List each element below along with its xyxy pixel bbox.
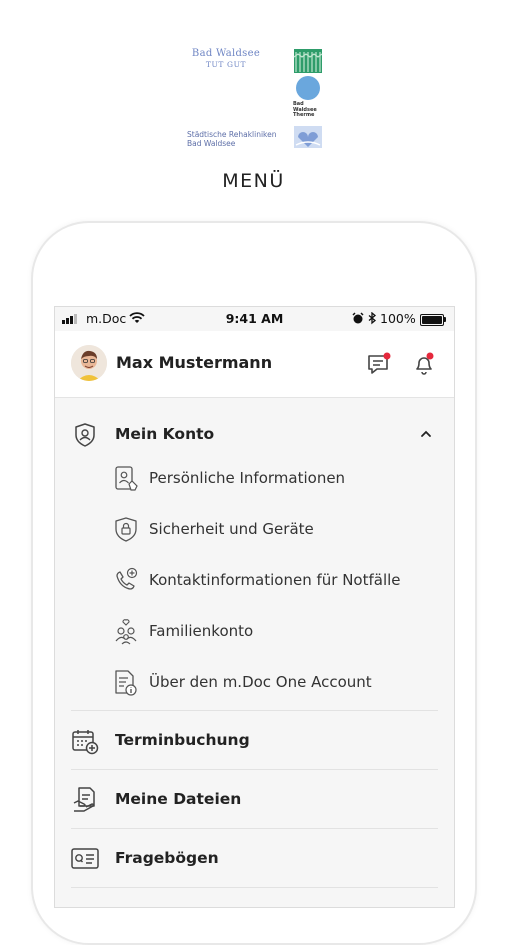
therme-logo: Bad Waldsee Therme (293, 48, 323, 119)
menu-item-label: Persönliche Informationen (149, 469, 346, 487)
therme-logo-icon (293, 49, 323, 100)
section-frageboegen[interactable]: Fragebögen (55, 831, 454, 887)
menu-item-familienkonto[interactable]: Familienkonto (55, 608, 454, 654)
page-title: MENÜ (222, 170, 285, 192)
section-terminbuchung-label: Terminbuchung (115, 731, 250, 749)
section-frageboegen-label: Fragebögen (115, 849, 219, 867)
reha-logo-line2: Bad Waldsee (187, 139, 236, 148)
section-meine-dateien-label: Meine Dateien (115, 790, 242, 808)
battery-percentage: 100% (380, 311, 416, 326)
battery-tip (444, 317, 446, 322)
profile-name[interactable]: Max Mustermann (116, 353, 272, 372)
divider (71, 828, 438, 829)
divider (71, 887, 438, 888)
menu-item-persoenliche-informationen[interactable]: Persönliche Informationen (55, 455, 454, 501)
menu-item-kontaktinformationen-notfaelle[interactable]: Kontaktinformationen für Notfälle (55, 557, 454, 603)
notifications-bell-icon[interactable] (411, 351, 437, 377)
section-terminbuchung[interactable]: Terminbuchung (55, 713, 454, 769)
avatar[interactable] (71, 345, 107, 381)
messages-badge (383, 352, 391, 360)
phone-plus-icon (111, 566, 141, 596)
battery-icon (420, 314, 444, 326)
bad-waldsee-logo-line2: TUT GUT (205, 60, 247, 69)
section-meine-dateien[interactable]: Meine Dateien (55, 772, 454, 828)
bad-waldsee-logo: Bad Waldsee TUT GUT (187, 48, 265, 69)
bluetooth-icon (368, 312, 377, 325)
account-shield-icon (71, 421, 99, 449)
id-card-icon (111, 464, 141, 494)
menu-item-sicherheit-und-geraete[interactable]: Sicherheit und Geräte (55, 506, 454, 552)
chevron-up-icon[interactable] (419, 429, 433, 439)
reha-logo-text: Städtische Rehakliniken Bad Waldsee (187, 130, 277, 148)
divider (71, 710, 438, 711)
section-mein-konto-label: Mein Konto (115, 425, 215, 443)
bad-waldsee-logo-line1: Bad Waldsee (191, 48, 261, 59)
menu-item-label: Familienkonto (149, 622, 254, 640)
partner-logos: Bad Waldsee TUT GUT Bad Waldsee Therme S… (185, 46, 330, 156)
reha-logo-line1: Städtische Rehakliniken (187, 130, 277, 139)
menu-item-label: Kontaktinformationen für Notfälle (149, 571, 401, 589)
divider (71, 769, 438, 770)
reha-logo-icon (293, 125, 323, 149)
messages-icon[interactable] (366, 351, 392, 377)
family-icon (111, 617, 141, 647)
document-info-icon (111, 668, 141, 698)
shield-lock-icon (111, 515, 141, 545)
calendar-plus-icon (71, 727, 99, 755)
questionnaire-icon (71, 845, 99, 873)
phone-screen: m.Doc 9:41 AM 100% Max Mustermann Mein K… (54, 306, 455, 908)
profile-header: Max Mustermann (55, 331, 454, 398)
therme-logo-caption: Bad Waldsee Therme (293, 101, 317, 118)
status-bar: m.Doc 9:41 AM 100% (55, 307, 454, 331)
alarm-icon (352, 312, 364, 325)
menu-item-ueber-mdoc-one-account[interactable]: Über den m.Doc One Account (55, 659, 454, 705)
menu-item-label: Sicherheit und Geräte (149, 520, 314, 538)
notifications-badge (426, 352, 434, 360)
menu-item-label: Über den m.Doc One Account (149, 673, 372, 691)
files-icon (71, 786, 99, 814)
